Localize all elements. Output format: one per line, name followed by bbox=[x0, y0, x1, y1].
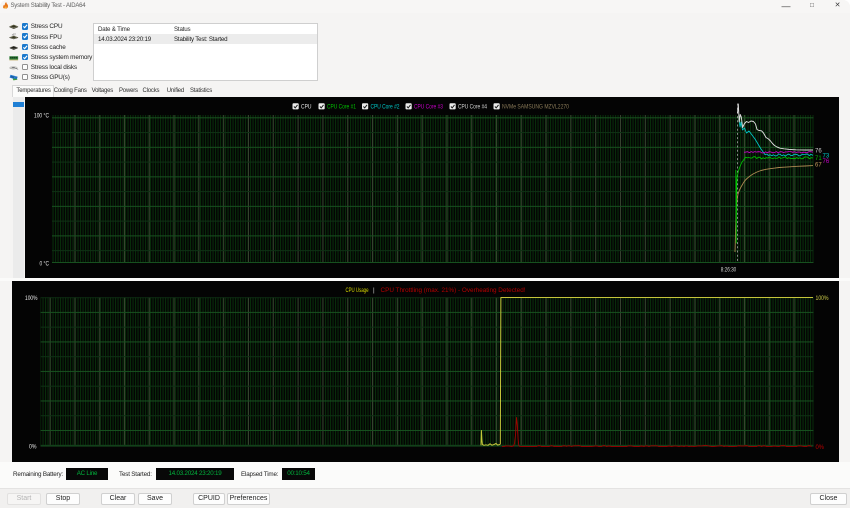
svg-text:CPU Core #4: CPU Core #4 bbox=[458, 104, 487, 111]
svg-text:8:26:30: 8:26:30 bbox=[721, 268, 737, 274]
svg-text:NVMe SAMSUNG MZVL2270: NVMe SAMSUNG MZVL2270 bbox=[502, 104, 569, 111]
svg-text:CPU Core #3: CPU Core #3 bbox=[414, 104, 443, 111]
svg-text:0 °C: 0 °C bbox=[40, 259, 50, 267]
svg-text:100%: 100% bbox=[816, 295, 829, 302]
svg-text:100 °C: 100 °C bbox=[34, 112, 49, 120]
svg-text:76: 76 bbox=[815, 149, 822, 155]
svg-text:CPU Core #2: CPU Core #2 bbox=[371, 104, 400, 111]
svg-text:CPU: CPU bbox=[301, 104, 312, 111]
svg-text:0%: 0% bbox=[816, 444, 825, 451]
svg-text:CPU Throttling (max. 21%) - Ov: CPU Throttling (max. 21%) - Overheating … bbox=[381, 287, 526, 294]
svg-text:0%: 0% bbox=[29, 444, 37, 451]
svg-text:CPU Usage: CPU Usage bbox=[346, 288, 369, 294]
svg-text:71: 71 bbox=[815, 156, 822, 162]
svg-text:67: 67 bbox=[815, 163, 822, 169]
svg-text:76: 76 bbox=[823, 159, 830, 165]
svg-text:CPU Core #1: CPU Core #1 bbox=[327, 104, 356, 111]
svg-text:100%: 100% bbox=[25, 295, 38, 302]
